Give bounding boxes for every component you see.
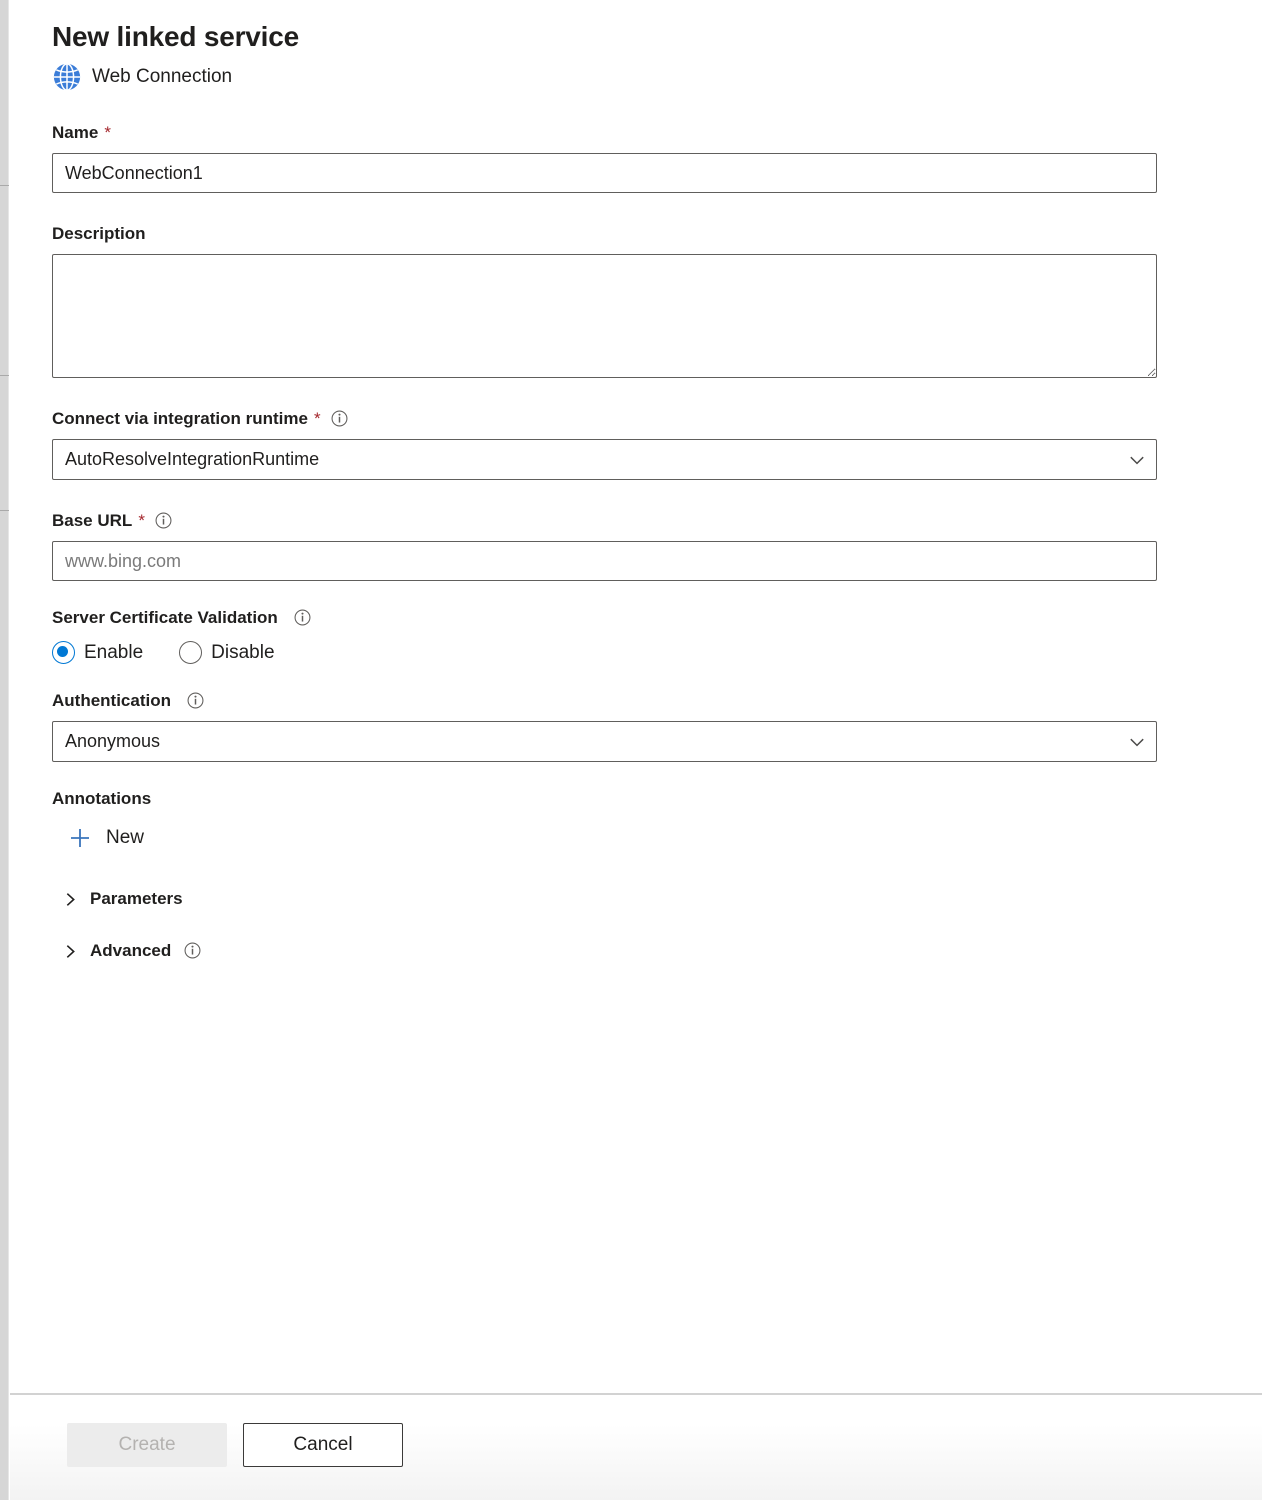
service-type-row: Web Connection <box>52 62 1174 92</box>
name-field-group: Name * <box>52 122 1174 193</box>
name-label-row: Name * <box>52 122 1174 144</box>
base-url-label-row: Base URL * <box>52 510 1174 532</box>
new-linked-service-blade: New linked service Web Connection Name *… <box>10 0 1262 1500</box>
annotations-group: Annotations New <box>52 788 1174 850</box>
authentication-label-row: Authentication <box>52 690 1174 712</box>
adjacent-panel-edge <box>0 0 9 1500</box>
panel-divider <box>0 510 9 511</box>
description-label-row: Description <box>52 223 1174 245</box>
authentication-label: Authentication <box>52 691 171 710</box>
panel-divider <box>0 375 9 376</box>
required-asterisk: * <box>104 123 111 142</box>
info-icon[interactable] <box>331 410 348 427</box>
chevron-right-icon <box>66 944 75 958</box>
authentication-field-group: Authentication Anonymous <box>52 690 1174 762</box>
radio-enable[interactable]: Enable <box>52 641 143 664</box>
base-url-label: Base URL <box>52 511 133 530</box>
radio-mark-disable <box>179 641 203 664</box>
section-parameters-label: Parameters <box>90 889 183 908</box>
globe-icon <box>53 63 81 91</box>
authentication-dropdown[interactable]: Anonymous <box>52 721 1157 762</box>
authentication-selected-value[interactable]: Anonymous <box>52 721 1157 762</box>
server-certificate-validation-radio-group: Enable Disable <box>52 641 1174 664</box>
section-advanced[interactable]: Advanced <box>62 940 201 962</box>
add-annotation-label: New <box>106 827 145 848</box>
panel-divider <box>0 185 9 186</box>
description-field-group: Description <box>52 223 1174 378</box>
page-title: New linked service <box>52 21 299 52</box>
annotations-label-row: Annotations <box>52 788 1174 810</box>
integration-runtime-label: Connect via integration runtime <box>52 409 308 428</box>
service-type-label: Web Connection <box>92 66 233 87</box>
integration-runtime-selected-value[interactable]: AutoResolveIntegrationRuntime <box>52 439 1157 480</box>
blade-footer: Create Cancel <box>10 1393 1262 1500</box>
name-input[interactable] <box>52 153 1157 193</box>
integration-runtime-dropdown[interactable]: AutoResolveIntegrationRuntime <box>52 439 1157 480</box>
base-url-input[interactable] <box>52 541 1157 581</box>
server-certificate-validation-label: Server Certificate Validation <box>52 608 278 627</box>
create-button[interactable]: Create <box>67 1423 227 1467</box>
info-icon[interactable] <box>187 692 204 709</box>
required-asterisk: * <box>138 511 145 530</box>
integration-runtime-label-row: Connect via integration runtime * <box>52 408 1174 430</box>
add-annotation-button[interactable]: New <box>68 826 144 850</box>
server-certificate-validation-label-row: Server Certificate Validation <box>52 607 1174 629</box>
info-icon[interactable] <box>155 512 172 529</box>
name-label: Name <box>52 123 99 142</box>
required-asterisk: * <box>313 409 321 428</box>
radio-disable[interactable]: Disable <box>179 641 275 664</box>
annotations-label: Annotations <box>52 789 152 808</box>
section-advanced-label: Advanced <box>90 941 172 960</box>
description-textarea[interactable] <box>52 254 1157 378</box>
radio-label-enable: Enable <box>84 641 144 663</box>
info-icon[interactable] <box>294 609 311 626</box>
server-certificate-validation-group: Server Certificate Validation Enable Dis… <box>52 607 1174 664</box>
info-icon[interactable] <box>184 942 201 959</box>
cancel-button[interactable]: Cancel <box>243 1423 403 1467</box>
radio-label-disable: Disable <box>211 641 275 663</box>
radio-mark-enable <box>52 641 75 664</box>
form-scroll-area: New linked service Web Connection Name *… <box>10 0 1262 1393</box>
integration-runtime-field-group: Connect via integration runtime * AutoRe… <box>52 408 1174 480</box>
plus-icon <box>71 829 89 847</box>
base-url-field-group: Base URL * <box>52 510 1174 581</box>
description-label: Description <box>52 224 146 243</box>
section-parameters[interactable]: Parameters <box>62 888 183 910</box>
chevron-right-icon <box>66 892 75 906</box>
